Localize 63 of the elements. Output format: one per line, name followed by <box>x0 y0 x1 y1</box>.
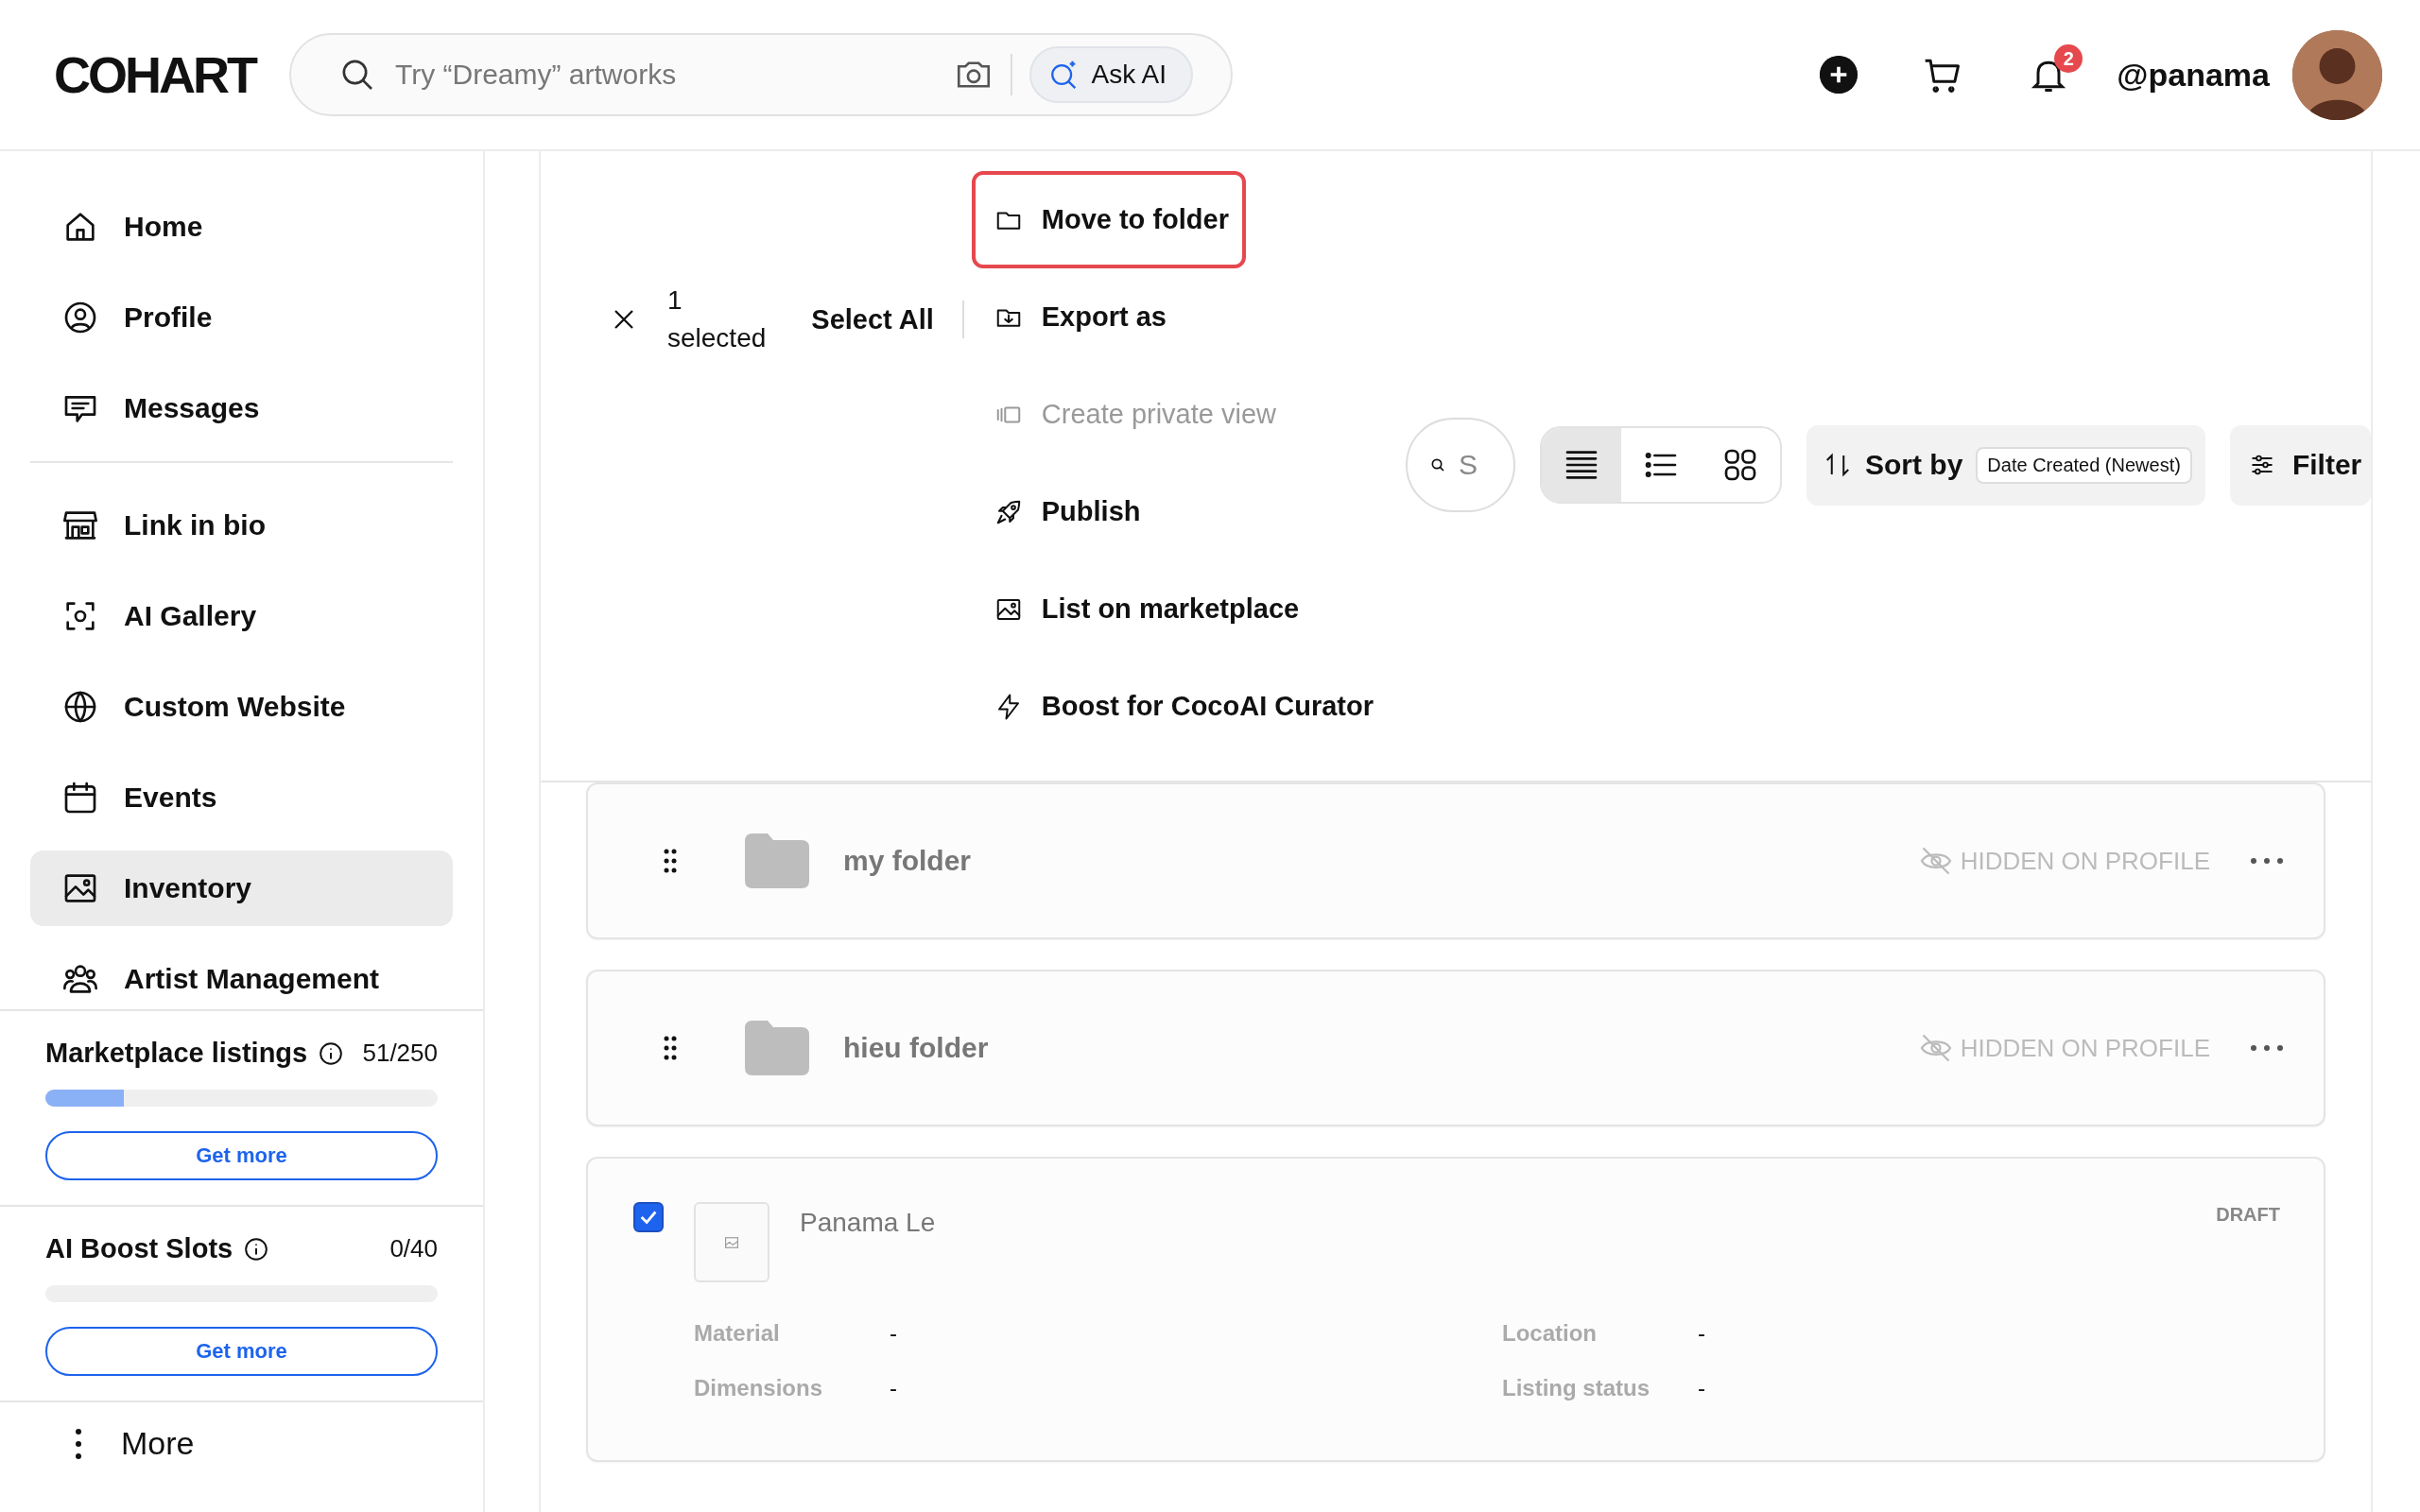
username[interactable]: @panama <box>2117 56 2270 94</box>
get-more-button[interactable]: Get more <box>45 1131 438 1180</box>
info-icon[interactable] <box>244 1236 269 1262</box>
folder-name: my folder <box>843 845 972 877</box>
sort-value: Date Created (Newest) <box>1976 446 2192 484</box>
info-icon[interactable] <box>319 1040 344 1066</box>
field-label: Location <box>1502 1320 1598 1347</box>
more-icon <box>74 1426 83 1461</box>
ask-ai-button[interactable]: Ask AI <box>1028 46 1193 103</box>
sidebar-item[interactable]: Events <box>30 760 453 835</box>
search-field[interactable]: Try “Dreamy” artworks Ask AI <box>289 33 1233 116</box>
field-value: - <box>890 1375 898 1401</box>
folder-card[interactable]: my folder HIDDEN ON PROFILE <box>586 782 2325 939</box>
folder-card[interactable]: hieu folder HIDDEN ON PROFILE <box>586 970 2325 1126</box>
action-item[interactable]: Publish <box>971 463 1158 560</box>
sidebar-item[interactable]: Inventory <box>30 850 453 926</box>
sidebar-item[interactable]: Profile <box>30 280 453 355</box>
checkbox[interactable] <box>633 1202 664 1232</box>
logo[interactable]: COHART <box>54 49 255 100</box>
get-more-button[interactable]: Get more <box>45 1327 438 1376</box>
visibility-label: HIDDEN ON PROFILE <box>1960 1033 2210 1063</box>
more-button[interactable]: More <box>0 1402 483 1462</box>
artwork-title: Panama Le <box>800 1208 936 1238</box>
field-value: - <box>890 1320 898 1347</box>
search-field[interactable]: S <box>1406 418 1515 512</box>
artwork-card[interactable]: Panama Le DRAFT Material - Location - Dimensions - Listing status - <box>586 1157 2325 1462</box>
quota-label: AI Boost Slots <box>45 1233 233 1264</box>
sidebar-item[interactable]: Link in bio <box>30 488 453 563</box>
notification-badge: 2 <box>2054 44 2083 73</box>
action-item[interactable]: List on marketplace <box>971 560 1317 658</box>
sidebar-item[interactable]: Artist Management <box>30 941 453 1009</box>
action-item[interactable]: Export as <box>971 268 1184 366</box>
folder-icon <box>745 833 809 888</box>
view-toggle[interactable] <box>1542 428 1621 502</box>
sidebar-item[interactable]: Messages <box>30 370 453 446</box>
plus-icon[interactable] <box>1820 56 1858 94</box>
sidebar-item[interactable]: Custom Website <box>30 669 453 745</box>
more-icon[interactable] <box>2248 855 2286 867</box>
quota-count: 0/40 <box>389 1234 438 1263</box>
folder-icon <box>745 1021 809 1075</box>
field-label: Listing status <box>1502 1375 1651 1401</box>
filter-button[interactable]: Filter <box>2229 424 2372 506</box>
more-icon[interactable] <box>2248 1042 2286 1054</box>
image-icon <box>725 1236 738 1248</box>
sort-icon <box>1824 451 1852 479</box>
field-label: Dimensions <box>694 1375 824 1401</box>
search-icon <box>1430 457 1445 472</box>
field-value: - <box>1698 1375 1706 1401</box>
sidebar-item[interactable]: AI Gallery <box>30 578 453 654</box>
quota-count: 51/250 <box>362 1039 438 1068</box>
selected-count: 1 <box>667 284 683 317</box>
field-value: - <box>1698 1320 1706 1347</box>
action-item[interactable]: Move to folder <box>971 171 1246 268</box>
visibility-label: HIDDEN ON PROFILE <box>1960 846 2210 876</box>
select-all-button[interactable]: Select All <box>811 303 934 335</box>
sort-button[interactable]: Sort by Date Created (Newest) <box>1806 424 2205 506</box>
folder-name: hieu folder <box>843 1032 989 1064</box>
sidebar-item[interactable]: Home <box>30 189 453 265</box>
quota-label: Marketplace listings <box>45 1038 308 1069</box>
field-label: Material <box>694 1320 781 1347</box>
selected-label: selected <box>667 322 767 354</box>
action-item[interactable]: Boost for CocoAI Curator <box>971 658 1391 755</box>
status-label: DRAFT <box>2216 1204 2280 1226</box>
